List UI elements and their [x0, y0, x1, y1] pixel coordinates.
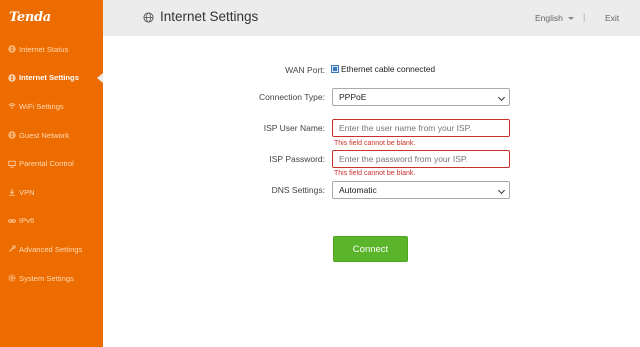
sidebar-item-guest-network[interactable]: Guest Network	[0, 121, 103, 150]
sidebar-item-label: VPN	[19, 187, 35, 197]
sidebar-item-parental-control[interactable]: Parental Control	[0, 149, 103, 178]
sidebar-item-internet-settings[interactable]: Internet Settings	[0, 64, 103, 93]
isp-password-label: ISP Password:	[269, 154, 325, 164]
isp-password-input[interactable]: Enter the password from your ISP.	[332, 150, 510, 168]
dns-settings-select[interactable]: Automatic	[332, 181, 510, 199]
sidebar-item-label: WiFi Settings	[19, 101, 64, 111]
dns-settings-value: Automatic	[339, 185, 377, 195]
sidebar-item-advanced-settings[interactable]: Advanced Settings	[0, 235, 103, 264]
connect-button[interactable]: Connect	[333, 236, 408, 262]
isp-password-placeholder: Enter the password from your ISP.	[339, 154, 468, 164]
sidebar-item-ipv6[interactable]: IPv6	[0, 207, 103, 236]
sidebar-nav: Internet Status Internet Settings WiFi S…	[0, 35, 103, 292]
sidebar-item-label: Internet Status	[19, 44, 69, 54]
sidebar-item-label: Internet Settings	[19, 73, 79, 83]
sidebar-item-label: IPv6	[19, 216, 35, 226]
sidebar-item-vpn[interactable]: VPN	[0, 178, 103, 207]
caret-down-icon	[567, 17, 574, 21]
internet-settings-form: WAN Port: Ethernet cable connected Conne…	[103, 36, 640, 347]
language-select[interactable]: English	[535, 13, 574, 23]
header-separator: |	[583, 12, 586, 22]
chevron-down-icon	[497, 186, 506, 195]
ethernet-icon	[331, 65, 339, 73]
monitor-icon	[7, 159, 16, 168]
sidebar-item-wifi-settings[interactable]: WiFi Settings	[0, 92, 103, 121]
sidebar-item-internet-status[interactable]: Internet Status	[0, 35, 103, 64]
connection-type-label: Connection Type:	[259, 92, 325, 102]
globe-icon	[7, 45, 16, 54]
sidebar-item-label: Advanced Settings	[19, 244, 83, 254]
wan-port-status: Ethernet cable connected	[331, 64, 435, 74]
page-title: Internet Settings	[160, 9, 259, 24]
connection-type-select[interactable]: PPPoE	[332, 88, 510, 106]
gear-icon	[7, 274, 16, 283]
isp-user-input[interactable]: Enter the user name from your ISP.	[332, 119, 510, 137]
download-icon	[7, 188, 16, 197]
wan-port-label: WAN Port:	[285, 65, 325, 75]
globe-icon	[7, 73, 16, 82]
connection-type-value: PPPoE	[339, 92, 367, 102]
link-icon	[7, 216, 16, 225]
language-label: English	[535, 13, 563, 23]
sidebar-item-label: Parental Control	[19, 159, 74, 169]
tenda-logo[interactable]: Tenda	[9, 10, 51, 25]
sidebar-item-system-settings[interactable]: System Settings	[0, 264, 103, 293]
wifi-icon	[7, 102, 16, 111]
top-header: Internet Settings English | Exit	[103, 0, 640, 36]
globe-icon	[143, 12, 154, 23]
router-admin-app: Tenda Internet Status Internet Settings …	[0, 0, 640, 347]
chevron-down-icon	[497, 93, 506, 102]
sidebar-item-label: Guest Network	[19, 130, 70, 140]
dns-settings-label: DNS Settings:	[271, 185, 325, 195]
isp-user-placeholder: Enter the user name from your ISP.	[339, 123, 472, 133]
isp-user-label: ISP User Name:	[263, 123, 325, 133]
sidebar: Tenda Internet Status Internet Settings …	[0, 0, 103, 347]
globe-icon	[7, 131, 16, 140]
wan-port-status-text: Ethernet cable connected	[341, 64, 436, 74]
isp-password-error: This field cannot be blank.	[334, 170, 416, 177]
tools-icon	[7, 245, 16, 254]
sidebar-item-label: System Settings	[19, 273, 74, 283]
isp-user-error: This field cannot be blank.	[334, 140, 416, 147]
exit-button[interactable]: Exit	[605, 13, 619, 23]
